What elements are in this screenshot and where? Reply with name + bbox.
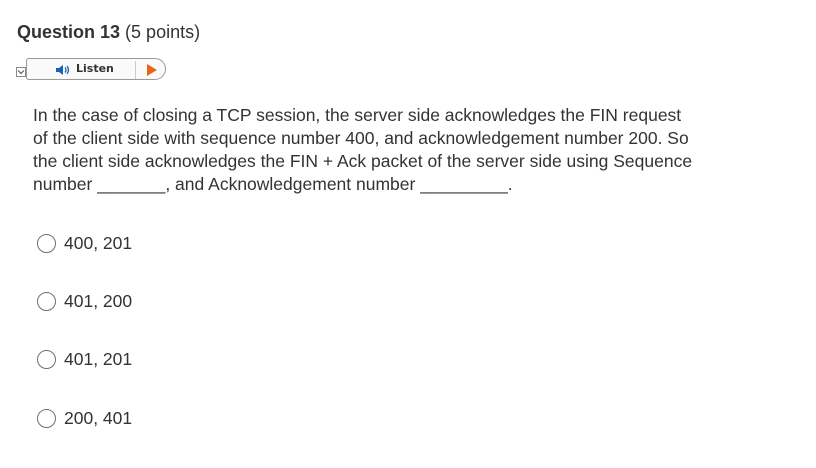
answer-option-label: 401, 200 xyxy=(64,290,133,311)
question-text-line: of the client side with sequence number … xyxy=(33,128,689,148)
question-text-line: number _______, and Acknowledgement numb… xyxy=(33,174,513,194)
question-text: In the case of closing a TCP session, th… xyxy=(33,104,773,196)
play-icon[interactable] xyxy=(147,64,157,76)
speaker-icon xyxy=(56,65,70,75)
radio-button[interactable] xyxy=(37,233,56,253)
answer-option-label: 200, 401 xyxy=(64,407,133,428)
question-header: Question 13 (5 points) xyxy=(17,22,200,43)
chevron-down-icon[interactable] xyxy=(16,67,26,77)
answer-option[interactable]: 401, 201 xyxy=(37,347,132,371)
answer-option[interactable]: 400, 201 xyxy=(37,231,132,255)
question-title: Question 13 xyxy=(17,22,121,42)
question-text-line: In the case of closing a TCP session, th… xyxy=(33,105,682,125)
question-points: (5 points) xyxy=(125,22,201,42)
answer-option[interactable]: 200, 401 xyxy=(37,406,132,430)
listen-label: Listen xyxy=(76,62,114,75)
radio-button[interactable] xyxy=(37,291,56,311)
answer-option[interactable]: 401, 200 xyxy=(37,289,132,313)
answer-option-label: 400, 201 xyxy=(64,232,133,253)
radio-button[interactable] xyxy=(37,349,56,369)
question-text-line: the client side acknowledges the FIN + A… xyxy=(33,151,693,171)
listen-button[interactable]: Listen xyxy=(26,58,166,80)
answer-option-label: 401, 201 xyxy=(64,348,133,369)
listen-divider xyxy=(135,61,136,79)
radio-button[interactable] xyxy=(37,408,56,428)
